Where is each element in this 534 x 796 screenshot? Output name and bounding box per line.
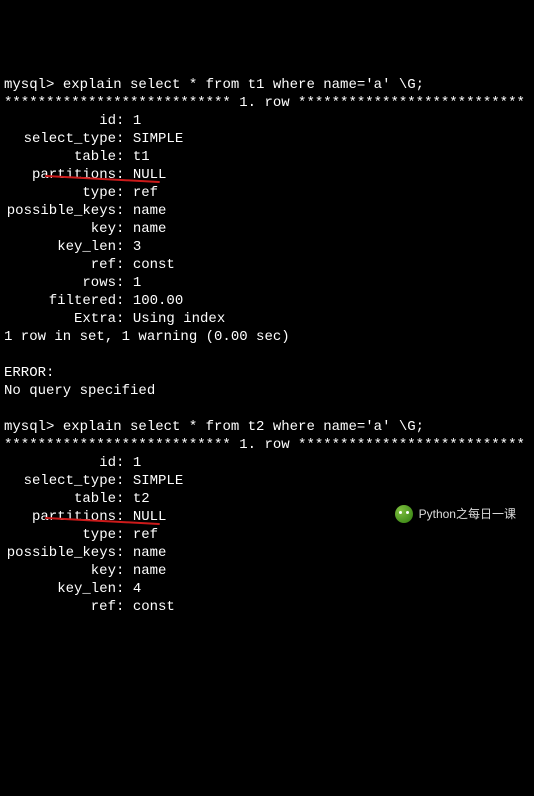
field-row: type: ref xyxy=(4,526,530,544)
field-val: const xyxy=(133,257,175,273)
colon: : xyxy=(116,275,133,291)
field-key: possible_keys xyxy=(4,202,116,220)
query-1: explain select * from t1 where name='a' … xyxy=(63,77,424,93)
error-msg: No query specified xyxy=(4,383,155,399)
field-row: key: name xyxy=(4,220,530,238)
field-key: table xyxy=(4,148,116,166)
colon: : xyxy=(116,527,133,543)
colon: : xyxy=(116,563,133,579)
field-key: id xyxy=(4,454,116,472)
field-key: rows xyxy=(4,274,116,292)
colon: : xyxy=(116,131,133,147)
watermark: Python之每日一课 xyxy=(395,505,516,523)
field-val: Using index xyxy=(133,311,225,327)
colon: : xyxy=(116,185,133,201)
field-val: 1 xyxy=(133,455,141,471)
colon: : xyxy=(116,203,133,219)
field-key: select_type xyxy=(4,472,116,490)
wechat-icon xyxy=(395,505,413,523)
colon: : xyxy=(116,293,133,309)
field-key: filtered xyxy=(4,292,116,310)
field-val: 1 xyxy=(133,113,141,129)
field-row: filtered: 100.00 xyxy=(4,292,530,310)
field-row: ref: const xyxy=(4,256,530,274)
field-key: key xyxy=(4,220,116,238)
colon: : xyxy=(116,239,133,255)
row-header-1: *************************** 1. row *****… xyxy=(4,94,530,112)
colon: : xyxy=(116,455,133,471)
field-key: select_type xyxy=(4,130,116,148)
mysql-prompt-2: mysql> xyxy=(4,419,63,435)
colon: : xyxy=(116,257,133,273)
field-val: SIMPLE xyxy=(133,473,183,489)
field-val: name xyxy=(133,221,167,237)
mysql-prompt-1: mysql> xyxy=(4,77,63,93)
field-val: 4 xyxy=(133,581,141,597)
field-row: select_type: SIMPLE xyxy=(4,130,530,148)
colon: : xyxy=(116,113,133,129)
field-val: name xyxy=(133,545,167,561)
row-header-2: *************************** 1. row *****… xyxy=(4,436,530,454)
field-row: Extra: Using index xyxy=(4,310,530,328)
colon: : xyxy=(116,599,133,615)
field-val: const xyxy=(133,599,175,615)
field-val: SIMPLE xyxy=(133,131,183,147)
colon: : xyxy=(116,149,133,165)
colon: : xyxy=(116,491,133,507)
field-row: key_len: 4 xyxy=(4,580,530,598)
field-key: type xyxy=(4,184,116,202)
result-footer-1: 1 row in set, 1 warning (0.00 sec) xyxy=(4,329,290,345)
field-val: name xyxy=(133,203,167,219)
field-row: id: 1 xyxy=(4,454,530,472)
field-val: ref xyxy=(133,527,158,543)
field-key: possible_keys xyxy=(4,544,116,562)
field-val: ref xyxy=(133,185,158,201)
field-val: 3 xyxy=(133,239,141,255)
field-row: id: 1 xyxy=(4,112,530,130)
field-key: key_len xyxy=(4,238,116,256)
colon: : xyxy=(116,311,133,327)
query-2: explain select * from t2 where name='a' … xyxy=(63,419,424,435)
field-key: ref xyxy=(4,598,116,616)
colon: : xyxy=(116,581,133,597)
field-row: type: ref xyxy=(4,184,530,202)
field-row: table: t1 xyxy=(4,148,530,166)
field-row: possible_keys: name xyxy=(4,544,530,562)
field-val: 1 xyxy=(133,275,141,291)
field-row: key_len: 3 xyxy=(4,238,530,256)
field-key: id xyxy=(4,112,116,130)
field-row: select_type: SIMPLE xyxy=(4,472,530,490)
colon: : xyxy=(116,221,133,237)
field-row: rows: 1 xyxy=(4,274,530,292)
colon: : xyxy=(116,545,133,561)
colon: : xyxy=(116,473,133,489)
error-label: ERROR: xyxy=(4,365,54,381)
field-row: key: name xyxy=(4,562,530,580)
field-val: 100.00 xyxy=(133,293,183,309)
field-key: type xyxy=(4,526,116,544)
field-val: t1 xyxy=(133,149,150,165)
field-val: name xyxy=(133,563,167,579)
field-row: partitions: NULL xyxy=(4,166,530,184)
watermark-text: Python之每日一课 xyxy=(419,505,516,523)
field-row: possible_keys: name xyxy=(4,202,530,220)
field-key: Extra xyxy=(4,310,116,328)
field-row: ref: const xyxy=(4,598,530,616)
field-key: table xyxy=(4,490,116,508)
field-key: key xyxy=(4,562,116,580)
field-val: t2 xyxy=(133,491,150,507)
field-key: key_len xyxy=(4,580,116,598)
field-key: ref xyxy=(4,256,116,274)
